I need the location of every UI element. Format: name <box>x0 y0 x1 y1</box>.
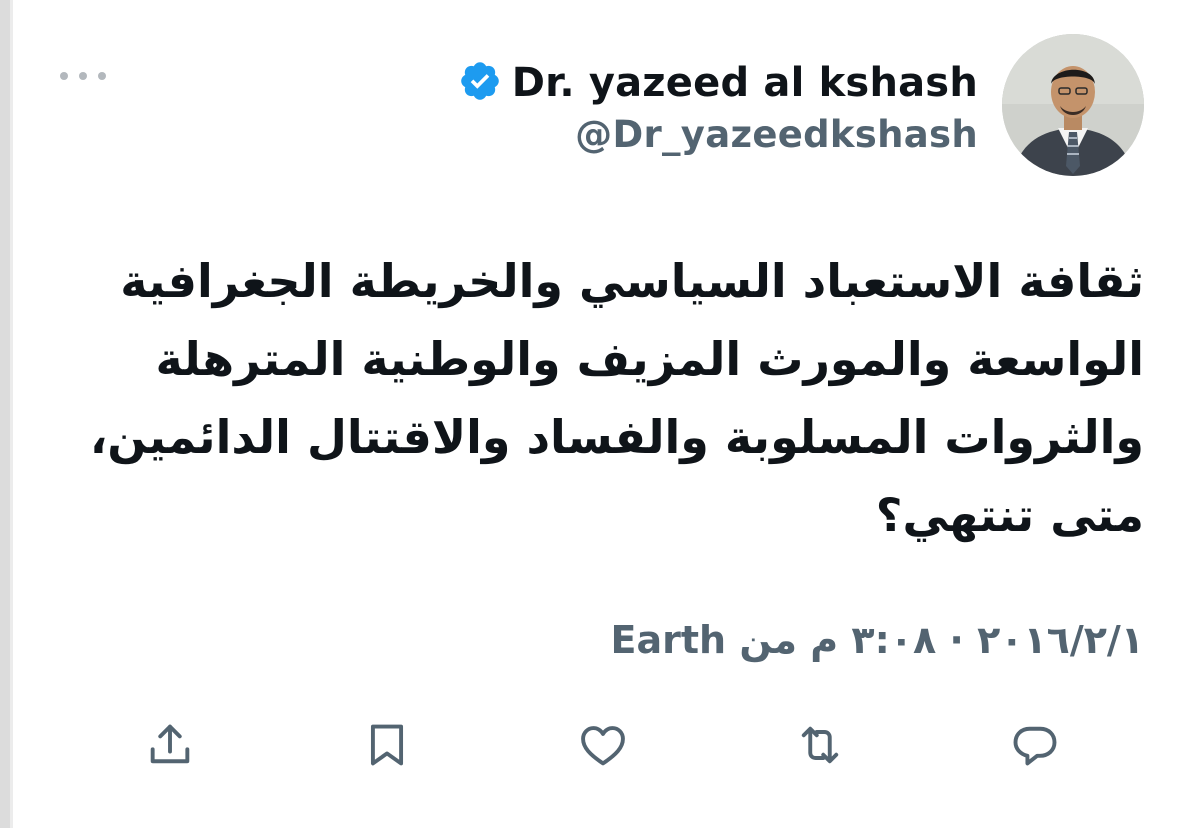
left-edge-bar-inner <box>10 0 13 828</box>
action-bar <box>0 710 1200 780</box>
share-button[interactable] <box>135 710 205 780</box>
author-handle[interactable]: @Dr_yazeedkshash <box>575 113 978 156</box>
tweet-time[interactable]: ٣:٠٨ م <box>810 618 936 662</box>
avatar[interactable] <box>1002 34 1144 176</box>
verified-badge-icon <box>458 59 502 107</box>
tweet-header: Dr. yazeed al kshash @Dr_yazeedkshash <box>458 34 1144 176</box>
share-icon <box>150 724 190 764</box>
more-icon-dot <box>79 72 87 80</box>
bookmark-button[interactable] <box>352 710 422 780</box>
bookmark-icon <box>370 724 404 766</box>
retweet-icon <box>801 726 839 764</box>
retweet-button[interactable] <box>785 710 855 780</box>
reply-icon <box>1013 726 1057 766</box>
left-edge-bar <box>0 0 10 828</box>
meta-separator: · <box>949 618 964 662</box>
display-name-row[interactable]: Dr. yazeed al kshash <box>458 55 978 111</box>
tweet-meta: ٢٠١٦/٢/١ · ٣:٠٨ م من Earth <box>611 618 1144 662</box>
heart-icon <box>581 726 625 766</box>
reply-button[interactable] <box>1000 710 1070 780</box>
more-icon-dot <box>60 72 68 80</box>
tweet-date[interactable]: ٢٠١٦/٢/١ <box>977 618 1144 662</box>
more-icon-dot <box>98 72 106 80</box>
author-display-name[interactable]: Dr. yazeed al kshash <box>512 60 978 106</box>
more-options-button[interactable] <box>60 62 106 90</box>
tweet-card: Dr. yazeed al kshash @Dr_yazeedkshash ثق… <box>0 0 1200 828</box>
author-names: Dr. yazeed al kshash @Dr_yazeedkshash <box>458 55 978 156</box>
tweet-source[interactable]: Earth <box>611 618 727 662</box>
tweet-text: ثقافة الاستعباد السياسي والخريطة الجغراف… <box>89 254 1144 542</box>
source-prefix: من <box>739 618 798 662</box>
like-button[interactable] <box>568 710 638 780</box>
